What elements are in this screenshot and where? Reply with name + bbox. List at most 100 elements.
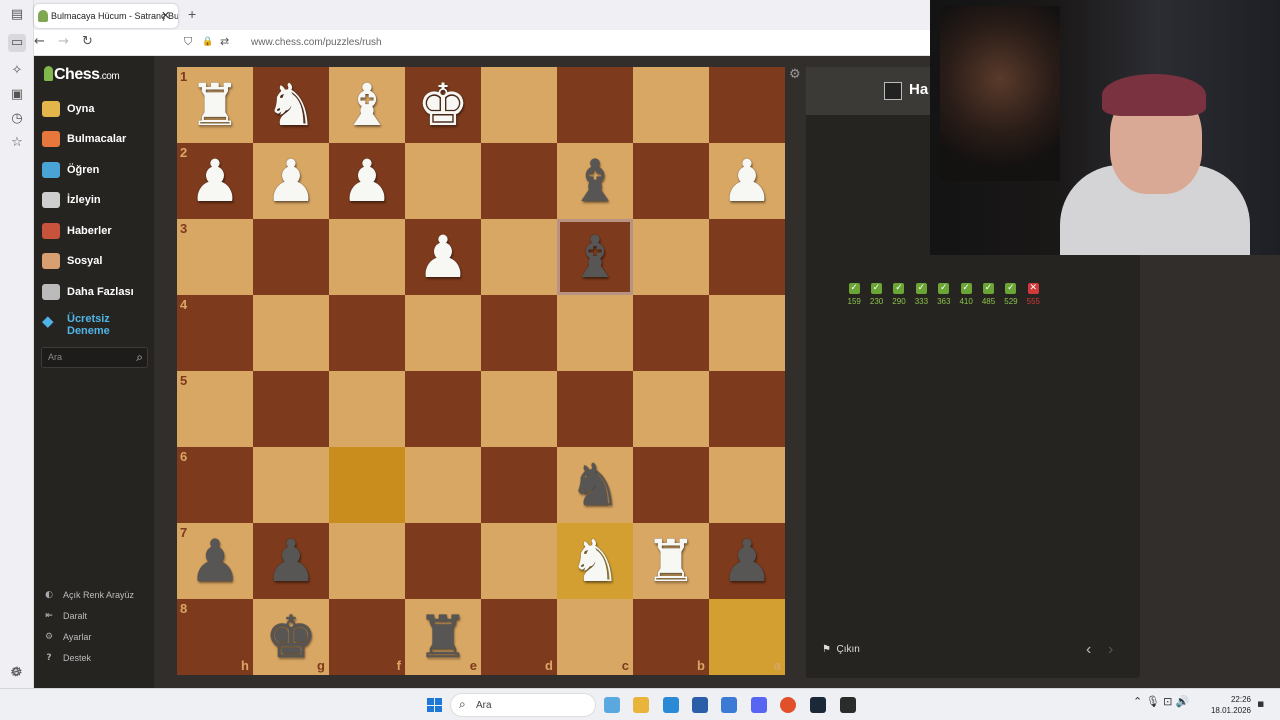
- history-icon[interactable]: ◷: [8, 110, 26, 128]
- square-g7[interactable]: ♟: [253, 523, 329, 599]
- square-d7[interactable]: [481, 523, 557, 599]
- square-a6[interactable]: [709, 447, 785, 523]
- square-d8[interactable]: d: [481, 599, 557, 675]
- square-b2[interactable]: [633, 143, 709, 219]
- synced-tabs-icon[interactable]: ▣: [8, 86, 26, 104]
- chess-logo[interactable]: Chess.com: [44, 66, 120, 84]
- white-piece[interactable]: ♟: [177, 143, 253, 219]
- square-a2[interactable]: ♟: [709, 143, 785, 219]
- square-g3[interactable]: [253, 219, 329, 295]
- ai-sparkle-icon[interactable]: ✧: [8, 62, 26, 80]
- square-a1[interactable]: [709, 67, 785, 143]
- windows-start-icon[interactable]: [427, 698, 442, 712]
- white-piece[interactable]: ♜: [177, 67, 253, 143]
- next-arrow-icon[interactable]: ›: [1108, 641, 1113, 659]
- square-f3[interactable]: [329, 219, 405, 295]
- sidebar-item-0[interactable]: Oyna: [42, 98, 95, 120]
- square-c4[interactable]: [557, 295, 633, 371]
- square-c7[interactable]: ♞: [557, 523, 633, 599]
- sidebar-search[interactable]: Ara ⌕: [41, 347, 148, 368]
- square-g2[interactable]: ♟: [253, 143, 329, 219]
- square-h6[interactable]: 6: [177, 447, 253, 523]
- square-f4[interactable]: [329, 295, 405, 371]
- white-piece[interactable]: ♚: [405, 67, 481, 143]
- tab-list-icon[interactable]: ▤: [8, 6, 26, 24]
- exit-button[interactable]: ⚑ Çıkın: [822, 644, 860, 655]
- square-d1[interactable]: [481, 67, 557, 143]
- sidebar-toggle-icon[interactable]: ▭: [8, 34, 26, 52]
- square-e4[interactable]: [405, 295, 481, 371]
- black-piece[interactable]: ♝: [557, 143, 633, 219]
- white-piece[interactable]: ♟: [329, 143, 405, 219]
- square-e8[interactable]: e ♜: [405, 599, 481, 675]
- square-g8[interactable]: g ♚: [253, 599, 329, 675]
- sidebar-footer-item-2[interactable]: ⚙ Ayarlar: [42, 632, 91, 642]
- white-piece[interactable]: ♞: [253, 67, 329, 143]
- close-tab-icon[interactable]: ✕: [161, 4, 170, 28]
- square-g6[interactable]: [253, 447, 329, 523]
- square-c3[interactable]: ♝: [557, 219, 633, 295]
- taskbar-app-icon-2[interactable]: [663, 697, 679, 713]
- square-e5[interactable]: [405, 371, 481, 447]
- white-piece[interactable]: ♜: [633, 523, 709, 599]
- free-trial-link[interactable]: ◆ Ücretsiz Deneme: [42, 313, 110, 337]
- sidebar-item-1[interactable]: Bulmacalar: [42, 128, 126, 150]
- square-f7[interactable]: [329, 523, 405, 599]
- taskbar-search[interactable]: ⌕ Ara: [450, 693, 596, 717]
- square-c2[interactable]: ♝: [557, 143, 633, 219]
- square-f1[interactable]: ♝: [329, 67, 405, 143]
- permissions-icon[interactable]: ⇄: [220, 35, 229, 49]
- white-piece[interactable]: ♞: [557, 523, 633, 599]
- white-piece[interactable]: ♟: [709, 143, 785, 219]
- square-h5[interactable]: 5: [177, 371, 253, 447]
- square-e1[interactable]: ♚: [405, 67, 481, 143]
- square-h2[interactable]: 2 ♟: [177, 143, 253, 219]
- square-e2[interactable]: [405, 143, 481, 219]
- notification-icon[interactable]: ▪: [1257, 697, 1264, 710]
- sidebar-item-3[interactable]: İzleyin: [42, 189, 101, 211]
- square-g4[interactable]: [253, 295, 329, 371]
- taskbar-app-icon-1[interactable]: [633, 697, 649, 713]
- black-piece[interactable]: ♟: [709, 523, 785, 599]
- sidebar-item-6[interactable]: Daha Fazlası: [42, 281, 134, 303]
- square-d5[interactable]: [481, 371, 557, 447]
- chess-board[interactable]: 1 ♜ ♞ ♝ ♚ 2 ♟ ♟ ♟ ♝ ♟ 3 ♟ ♝ 4 5 6 ♞ 7 ♟ ♟ ♞ ♜ ♟ 8 h g ♚ f e ♜ d c b a: [177, 67, 785, 675]
- square-g5[interactable]: [253, 371, 329, 447]
- square-d3[interactable]: [481, 219, 557, 295]
- back-button[interactable]: ←: [34, 35, 45, 49]
- square-b5[interactable]: [633, 371, 709, 447]
- lock-icon[interactable]: 🔒: [202, 35, 213, 49]
- sidebar-footer-item-1[interactable]: ⇤ Daralt: [42, 611, 87, 621]
- sidebar-footer-item-0[interactable]: ◐ Açık Renk Arayüz: [42, 590, 134, 600]
- square-g1[interactable]: ♞: [253, 67, 329, 143]
- square-d2[interactable]: [481, 143, 557, 219]
- search-input[interactable]: Ara: [48, 352, 62, 362]
- square-h1[interactable]: 1 ♜: [177, 67, 253, 143]
- sidebar-footer-item-3[interactable]: ? Destek: [42, 653, 91, 663]
- square-e6[interactable]: [405, 447, 481, 523]
- black-piece[interactable]: ♟: [253, 523, 329, 599]
- square-a8[interactable]: a: [709, 599, 785, 675]
- taskbar-app-icon-5[interactable]: [751, 697, 767, 713]
- square-e7[interactable]: [405, 523, 481, 599]
- square-a5[interactable]: [709, 371, 785, 447]
- square-h7[interactable]: 7 ♟: [177, 523, 253, 599]
- address-bar[interactable]: www.chess.com/puzzles/rush: [251, 37, 382, 48]
- square-b4[interactable]: [633, 295, 709, 371]
- square-b1[interactable]: [633, 67, 709, 143]
- square-h3[interactable]: 3: [177, 219, 253, 295]
- square-f6[interactable]: [329, 447, 405, 523]
- sidebar-item-2[interactable]: Öğren: [42, 159, 99, 181]
- square-a7[interactable]: ♟: [709, 523, 785, 599]
- system-tray[interactable]: ⌃ 🎙 ⊡ 🔊: [1133, 695, 1190, 708]
- square-f2[interactable]: ♟: [329, 143, 405, 219]
- black-piece[interactable]: ♜: [405, 599, 481, 675]
- previous-arrow-icon[interactable]: ‹: [1086, 641, 1091, 659]
- black-piece[interactable]: ♝: [557, 219, 633, 295]
- taskbar-app-icon-3[interactable]: [692, 697, 708, 713]
- board-settings-icon[interactable]: ⚙: [789, 67, 801, 82]
- square-h8[interactable]: 8h: [177, 599, 253, 675]
- black-piece[interactable]: ♚: [253, 599, 329, 675]
- square-a3[interactable]: [709, 219, 785, 295]
- shield-icon[interactable]: ⛉: [184, 35, 192, 49]
